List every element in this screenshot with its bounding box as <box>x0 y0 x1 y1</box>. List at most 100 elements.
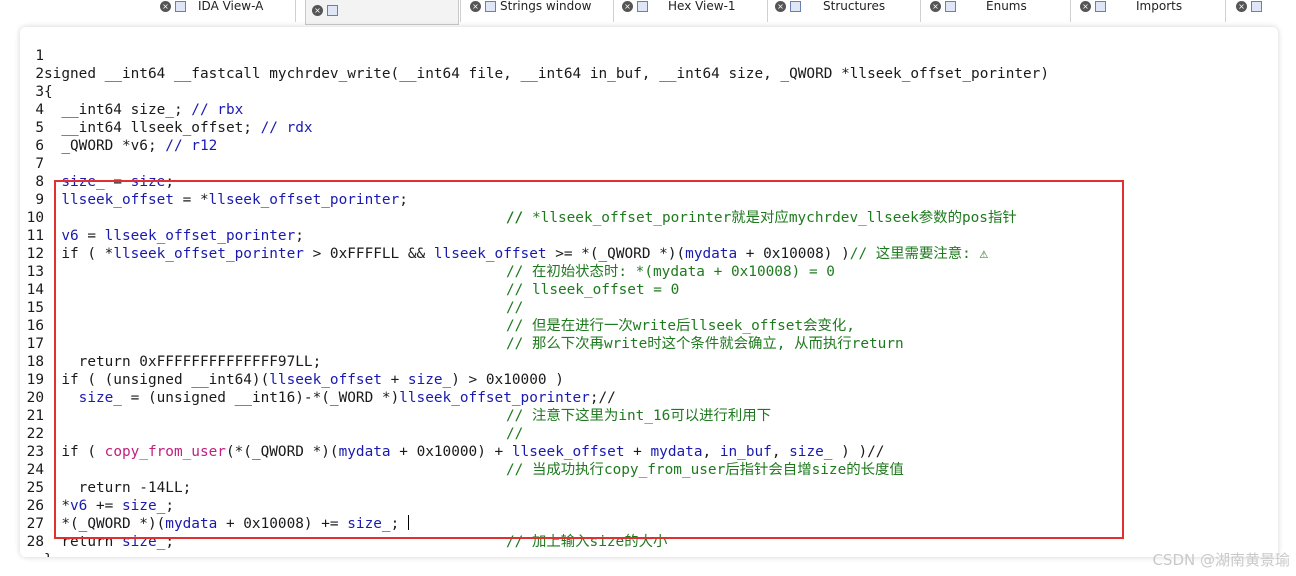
code-line[interactable]: 16 // 那么下次再write时这个条件就会确立, 从而执行return <box>20 299 904 352</box>
variable-token[interactable]: mydata <box>165 516 217 532</box>
tab-separator <box>613 0 614 22</box>
code-token[interactable]: __int64 llseek_offset; <box>44 120 261 136</box>
code-line[interactable]: 18 if ( (unsigned __int64)(llseek_offset… <box>20 335 564 388</box>
variable-token[interactable]: llseek_offset <box>512 444 625 460</box>
tab-separator <box>920 0 921 22</box>
tab-separator <box>767 0 768 22</box>
code-token: = <box>78 228 105 244</box>
code-token: + <box>381 372 408 388</box>
comment-token: // 在初始状态时: *(mydata + 0x10008) = 0 <box>506 264 835 280</box>
pseudocode-view[interactable]: 1 signed __int64 __fastcall mychrdev_wri… <box>20 27 1278 557</box>
variable-token[interactable]: llseek_offset <box>61 192 174 208</box>
code-token: , <box>702 444 720 460</box>
code-line[interactable]: 17 return 0xFFFFFFFFFFFFFF97LL; <box>20 317 322 370</box>
close-icon[interactable]: × <box>622 0 633 12</box>
code-line[interactable]: 20 // 注意下这里为int_16可以进行利用下 <box>20 371 771 424</box>
code-line[interactable]: 9 // <box>20 173 523 226</box>
code-line[interactable]: 27 return size_; <box>20 497 174 550</box>
code-line[interactable]: 24 return -14LL; <box>20 443 192 496</box>
code-line[interactable]: 21 // <box>20 389 524 442</box>
variable-token[interactable]: llseek_offset_porinter <box>113 246 304 262</box>
close-icon[interactable]: × <box>312 4 323 16</box>
code-line[interactable]: 6 <box>20 119 72 154</box>
code-line[interactable]: 8 llseek_offset = *llseek_offset_porinte… <box>20 155 1016 226</box>
code-line[interactable]: 26 *(_QWORD *)(mydata + 0x10008) += size… <box>20 479 668 550</box>
function-call-token[interactable]: copy_from_user <box>105 444 226 460</box>
code-token: = (unsigned __int16)-*(_WORD *) <box>121 390 400 406</box>
variable-token[interactable]: in_buf <box>720 444 772 460</box>
code-token: ) > 0x10000 ) <box>451 372 564 388</box>
close-icon[interactable]: × <box>470 0 481 12</box>
code-line[interactable]: 2 { <box>20 47 72 100</box>
variable-token[interactable]: llseek_offset <box>269 372 382 388</box>
code-line[interactable]: 14 // <box>20 263 524 316</box>
comment-token: // 注意下这里为int_16可以进行利用下 <box>506 408 772 424</box>
variable-token[interactable]: size_ <box>408 372 451 388</box>
code-line[interactable]: 11 if ( *llseek_offset_porinter > 0xFFFF… <box>20 209 988 262</box>
tab-separator <box>1225 0 1226 22</box>
code-token: , <box>771 444 790 460</box>
variable-token[interactable]: size_ <box>789 444 832 460</box>
variable-token[interactable]: llseek_offset_porinter <box>105 228 296 244</box>
code-line[interactable]: 3 __int64 size_; // rbx <box>20 65 243 118</box>
code-line[interactable]: 25 *v6 += size_; <box>20 461 174 514</box>
comment-token: // 但是在进行一次write后llseek_offset会变化, <box>506 318 855 334</box>
code-token: = <box>104 174 131 190</box>
code-token: > 0xFFFFLL && <box>303 246 434 262</box>
variable-token[interactable]: size_ <box>347 516 390 532</box>
variable-token[interactable]: mydata <box>651 444 703 460</box>
tab-pseudocode[interactable]: × <box>305 0 459 25</box>
code-line[interactable]: 22 if ( copy_from_user(*(_QWORD *)(mydat… <box>20 407 885 460</box>
brace-close[interactable]: } <box>44 552 53 557</box>
code-token[interactable]: return 0xFFFFFFFFFFFFFF97LL; <box>44 354 322 370</box>
variable-token[interactable]: v6 <box>70 498 87 514</box>
code-line[interactable]: 19 size_ = (unsigned __int16)-*(_WORD *)… <box>20 353 616 406</box>
variable-token[interactable]: llseek_offset <box>434 246 547 262</box>
close-icon[interactable]: × <box>1080 0 1091 12</box>
variable-token[interactable]: mydata <box>339 444 391 460</box>
code-line[interactable]: 12 // 在初始状态时: *(mydata + 0x10008) = 0 <box>20 227 835 280</box>
tab-bar: × IDA View-A × × Strings window × Hex Vi… <box>0 0 1296 26</box>
tab-imports[interactable]: × Imports <box>1080 0 1182 18</box>
code-line[interactable]: 7 size_ = size; <box>20 137 174 190</box>
function-signature[interactable]: signed __int64 __fastcall mychrdev_write… <box>44 66 1049 82</box>
tab-hex-view-1[interactable]: × Hex View-1 <box>622 0 736 18</box>
tab-structures[interactable]: × Structures <box>775 0 885 18</box>
comment-token: // 这里需要注意: ⚠ <box>849 246 989 262</box>
tab-ida-view-a[interactable]: × IDA View-A <box>160 0 263 18</box>
tab-separator <box>460 0 461 22</box>
variable-token[interactable]: size <box>131 174 166 190</box>
close-icon[interactable]: × <box>1236 0 1247 12</box>
line-number: 28 <box>26 534 44 550</box>
variable-token[interactable]: size_ <box>79 390 122 406</box>
code-token: ; <box>399 192 460 208</box>
tab-label: Hex View-1 <box>668 0 736 13</box>
code-line[interactable]: 4 __int64 llseek_offset; // rdx <box>20 83 312 136</box>
close-icon[interactable]: × <box>775 0 786 12</box>
code-line[interactable]: 10 v6 = llseek_offset_porinter; <box>20 191 304 244</box>
code-line[interactable]: 1 signed __int64 __fastcall mychrdev_wri… <box>20 29 1049 82</box>
code-line[interactable]: 23 // 当成功执行copy_from_user后指针会自增size的长度值 <box>20 425 904 478</box>
variable-token[interactable]: size_ <box>122 498 165 514</box>
comment-token: // *llseek_offset_porinter就是对应mychrdev_l… <box>506 210 1017 226</box>
variable-token[interactable]: llseek_offset_porinter <box>209 192 400 208</box>
variable-token[interactable]: llseek_offset_porinter <box>399 390 590 406</box>
comment-token: // llseek_offset = 0 <box>506 282 680 298</box>
code-line[interactable]: 13 // llseek_offset = 0 <box>20 245 680 298</box>
code-line[interactable]: 15 // 但是在进行一次write后llseek_offset会变化, <box>20 281 855 334</box>
tab-overflow[interactable]: × <box>1236 0 1274 18</box>
tab-strings-window[interactable]: × Strings window <box>470 0 591 18</box>
variable-token[interactable]: mydata <box>685 246 737 262</box>
structures-icon <box>790 0 801 12</box>
code-token: += <box>87 498 122 514</box>
exports-icon <box>1251 0 1262 12</box>
code-line[interactable]: 5 _QWORD *v6; // r12 <box>20 101 217 154</box>
comment-token: // 加上输入size的大小 <box>506 534 668 550</box>
code-line[interactable]: 28 } <box>20 515 72 557</box>
variable-token[interactable]: size_ <box>122 534 165 550</box>
close-icon[interactable]: × <box>930 0 941 12</box>
close-icon[interactable]: × <box>160 0 171 12</box>
tab-enums[interactable]: × Enums <box>930 0 1027 18</box>
tab-separator <box>295 0 296 22</box>
hex-icon <box>637 0 648 12</box>
